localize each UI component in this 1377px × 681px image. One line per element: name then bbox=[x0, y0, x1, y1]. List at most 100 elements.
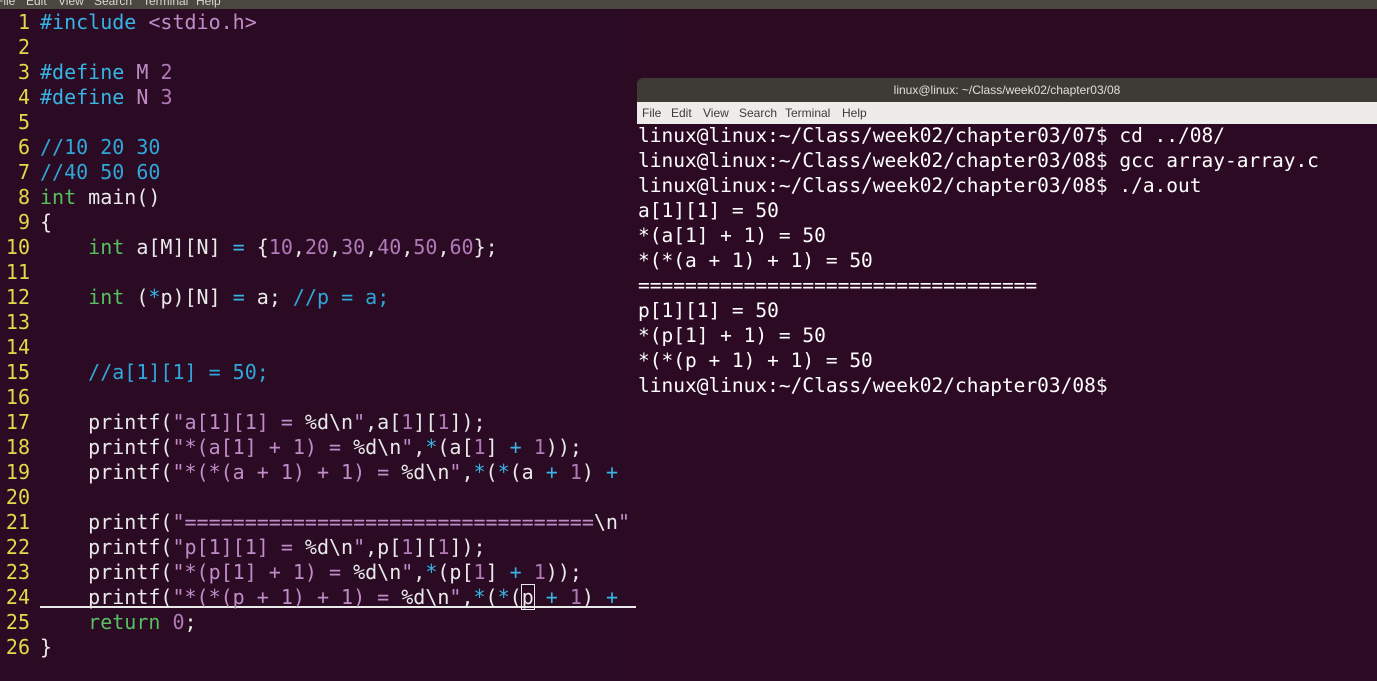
code-token: )); bbox=[545, 435, 582, 459]
code-token: " bbox=[401, 560, 414, 584]
code-token: 40 bbox=[377, 235, 402, 259]
code-token: (p[ bbox=[437, 560, 474, 584]
terminal-menu-terminal[interactable]: Terminal bbox=[785, 106, 830, 120]
code-text: #include <stdio.h> bbox=[40, 10, 257, 35]
code-token: ][ bbox=[413, 410, 438, 434]
code-line: 6 //10 20 30 bbox=[0, 135, 160, 160]
code-text: #define N 3 bbox=[40, 85, 172, 110]
line-number: 21 bbox=[5, 510, 30, 534]
code-token: //a[1][1] = 50; bbox=[88, 360, 269, 384]
code-line: 18 printf("*(a[1] + 1) = %d\n",*(a[1] + … bbox=[0, 435, 582, 460]
line-number: 13 bbox=[5, 310, 30, 334]
code-token: " bbox=[617, 510, 631, 534]
terminal-menu-file[interactable]: File bbox=[642, 106, 661, 120]
code-line: 21 printf("=============================… bbox=[0, 510, 630, 535]
menu-help[interactable]: Help bbox=[196, 0, 221, 8]
terminal-line: ================================== bbox=[638, 274, 1038, 297]
line-number: 11 bbox=[5, 260, 30, 284]
line-number: 26 bbox=[5, 635, 30, 659]
terminal-menu-view[interactable]: View bbox=[703, 106, 729, 120]
code-line: 12 int (*p)[N] = a; //p = a; bbox=[0, 285, 389, 310]
code-token: } bbox=[40, 635, 53, 659]
code-token: "*(*(p + 1) + 1) = bbox=[172, 585, 402, 609]
code-text: int main() bbox=[40, 185, 160, 210]
code-token: , bbox=[365, 235, 378, 259]
code-text: //a[1][1] = 50; bbox=[40, 360, 269, 385]
code-token: printf( bbox=[40, 585, 173, 609]
terminal-line: a[1][1] = 50 bbox=[638, 199, 779, 222]
code-token: %d\n bbox=[304, 410, 354, 434]
code-token: 1 bbox=[401, 410, 414, 434]
code-token: " bbox=[449, 460, 462, 484]
terminal-titlebar[interactable]: linux@linux: ~/Class/week02/chapter03/08 bbox=[637, 78, 1377, 102]
terminal-menu-search[interactable]: Search bbox=[739, 106, 777, 120]
terminal-line: linux@linux:~/Class/week02/chapter03/07$… bbox=[638, 124, 1225, 147]
code-token: 1 bbox=[473, 435, 486, 459]
code-text: printf("p[1][1] = %d\n",p[1][1]); bbox=[40, 535, 485, 560]
code-token: ( bbox=[485, 460, 498, 484]
code-token: main() bbox=[76, 185, 161, 209]
code-token: { bbox=[40, 210, 53, 234]
code-token: * bbox=[425, 560, 438, 584]
code-token: * bbox=[473, 585, 486, 609]
code-token: %d\n bbox=[353, 560, 402, 584]
code-line: 17 printf("a[1][1] = %d\n",a[1][1]); bbox=[0, 410, 486, 435]
code-token: printf( bbox=[40, 510, 173, 534]
menu-terminal[interactable]: Terminal bbox=[143, 0, 188, 8]
code-token: printf( bbox=[40, 535, 173, 559]
code-token: 3 bbox=[160, 85, 173, 109]
code-token: = bbox=[232, 235, 245, 259]
code-token: 20 bbox=[304, 235, 330, 259]
terminal-menu-help[interactable]: Help bbox=[842, 106, 867, 120]
code-line: 7 //40 50 60 bbox=[0, 160, 160, 185]
code-token: 50 bbox=[413, 235, 438, 259]
code-token: ,p[ bbox=[365, 535, 402, 559]
code-editor[interactable]: 1 #include <stdio.h> 2 3 #define M 2 4 #define… bbox=[0, 10, 636, 681]
code-line: 3 #define M 2 bbox=[0, 60, 173, 85]
code-token: return bbox=[88, 610, 161, 634]
code-token: M bbox=[136, 60, 149, 84]
code-token: * bbox=[473, 460, 486, 484]
terminal-output[interactable]: linux@linux:~/Class/week02/chapter03/07$… bbox=[638, 123, 1376, 398]
code-token: ( bbox=[509, 585, 522, 609]
code-token: * bbox=[425, 435, 438, 459]
terminal-window[interactable]: linux@linux: ~/Class/week02/chapter03/08… bbox=[637, 78, 1377, 681]
code-line: 14 bbox=[0, 335, 30, 360]
menu-file[interactable]: File bbox=[0, 0, 15, 8]
code-token: "================================== bbox=[172, 510, 594, 534]
code-line: 1 #include <stdio.h> bbox=[0, 10, 257, 35]
line-number: 20 bbox=[5, 485, 30, 509]
code-token: ][ bbox=[413, 535, 438, 559]
menu-view[interactable]: View bbox=[58, 0, 84, 8]
code-text: //40 50 60 bbox=[40, 160, 160, 185]
code-text: } bbox=[40, 635, 52, 660]
code-token: , bbox=[401, 235, 414, 259]
code-token: printf( bbox=[40, 435, 173, 459]
terminal-line: p[1][1] = 50 bbox=[638, 299, 779, 322]
code-token: " bbox=[353, 410, 366, 434]
code-token: //p = a; bbox=[292, 285, 390, 309]
code-line: 24 printf("*(*(p + 1) + 1) = %d\n",*(*(p… bbox=[0, 584, 618, 610]
code-token: int bbox=[88, 285, 125, 309]
line-number: 4 bbox=[17, 85, 30, 109]
code-token: //40 50 60 bbox=[40, 160, 161, 184]
code-token: ) bbox=[581, 460, 606, 484]
code-token: #define bbox=[40, 60, 125, 84]
code-line: 11 bbox=[0, 260, 30, 285]
code-token: 60 bbox=[449, 235, 474, 259]
code-token: int bbox=[40, 185, 77, 209]
menu-edit[interactable]: Edit bbox=[26, 0, 47, 8]
terminal-menu-edit[interactable]: Edit bbox=[671, 106, 692, 120]
menu-search[interactable]: Search bbox=[94, 0, 132, 8]
code-token: 1 bbox=[533, 560, 546, 584]
code-token: printf( bbox=[40, 460, 173, 484]
line-number: 7 bbox=[17, 160, 30, 184]
code-token: %d\n bbox=[304, 535, 354, 559]
code-token: int bbox=[88, 235, 125, 259]
line-number: 2 bbox=[17, 35, 30, 59]
